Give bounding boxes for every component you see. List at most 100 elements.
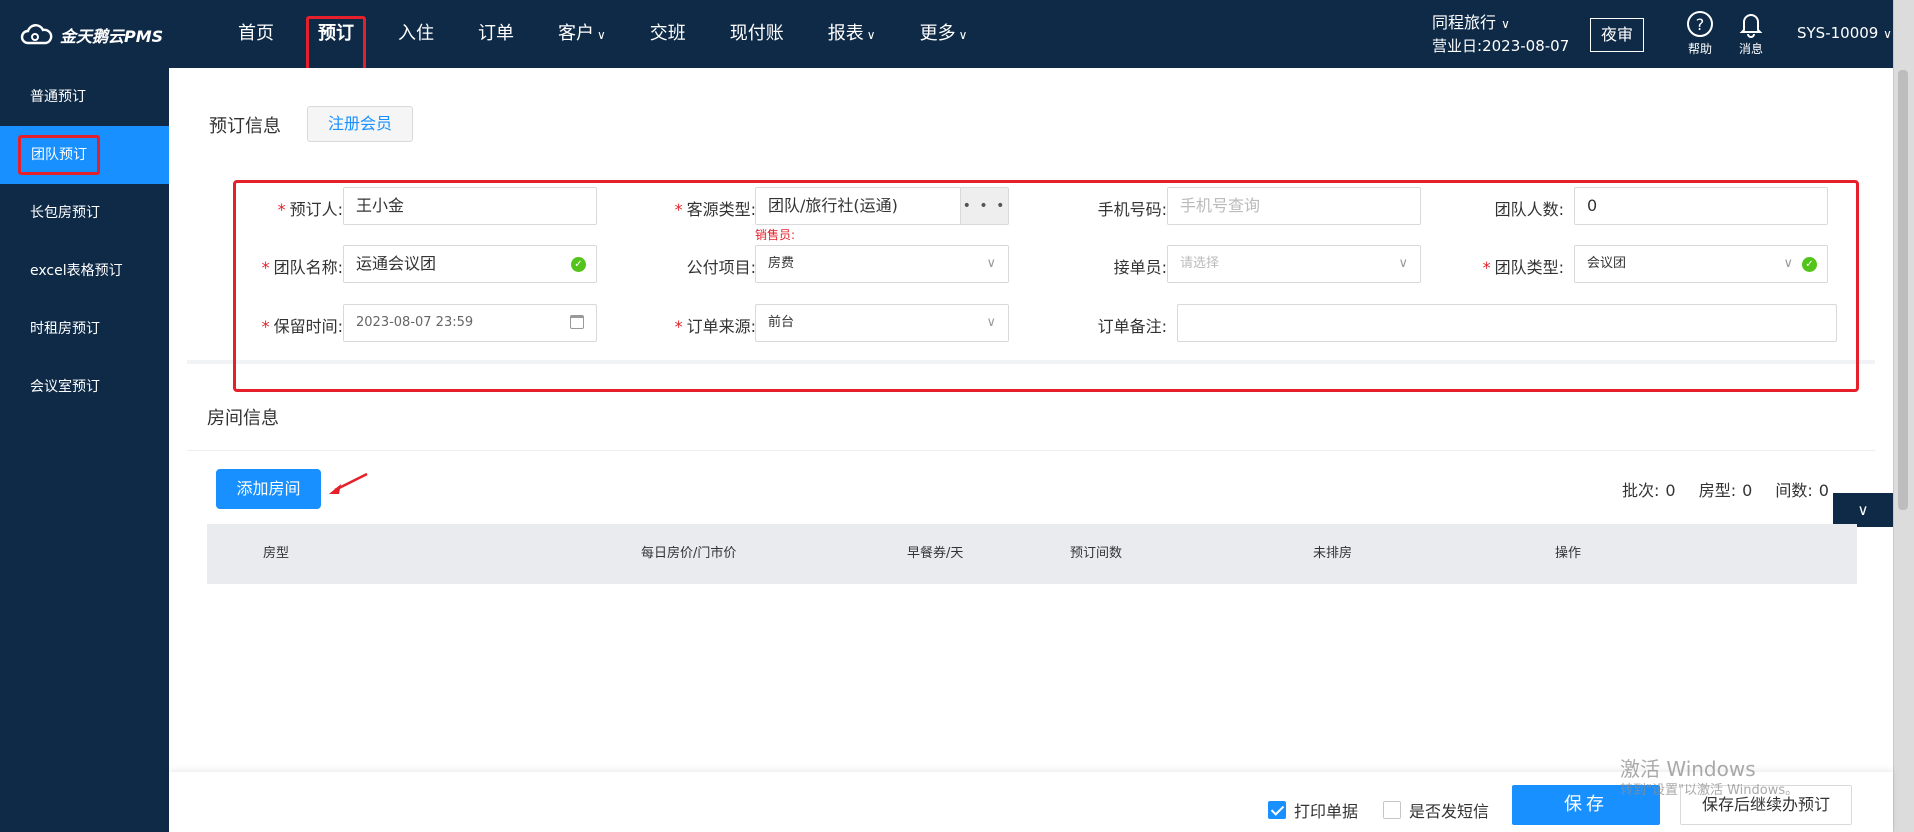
sidebar-item-2[interactable]: 长包房预订 [0,184,169,242]
check-circle-icon: ✓ [1802,257,1817,272]
order-source-select[interactable]: 前台 ∨ [755,304,1009,342]
night-audit-button[interactable]: 夜审 [1590,18,1644,52]
billing-item-select[interactable]: 房费 ∨ [755,245,1009,283]
booking-header-card [187,88,1875,162]
receiver-label: 接单员: [1113,258,1167,277]
col-actions: 操作 [1555,546,1582,561]
phone-input[interactable]: 手机号查询 [1167,187,1421,225]
booking-section-title: 预订信息 [209,116,281,137]
business-day-value: 2023-08-07 [1482,37,1570,55]
room-type-label: 房型: [1698,481,1737,500]
top-navigation-bar: 金天鹅云PMS 首页 预订 入住 订单 客户 ∨ 交班 现付账 报表 ∨ 更多 ∨ 同程旅行 ∨ 营业… [0,0,1914,72]
nav-item-5[interactable]: 交班 [634,0,702,68]
chevron-down-icon: ∨ [1783,256,1793,271]
calendar-icon[interactable] [570,315,584,329]
order-source-label: * 订单来源: [674,317,756,336]
col-breakfast: 早餐券/天 [907,546,964,561]
scrollbar-thumb[interactable] [1898,70,1908,510]
divider [187,450,1875,451]
nav-item-7[interactable]: 报表 ∨ [812,0,892,68]
logo-text: 金天鹅云PMS [60,27,164,46]
checkbox-icon[interactable] [1383,801,1401,819]
add-room-button[interactable]: 添加房间 [216,469,321,509]
sidebar-item-4[interactable]: 时租房预订 [0,300,169,358]
sales-note: 销售员: [755,228,796,242]
send-sms-checkbox[interactable]: 是否发短信 [1383,798,1489,822]
nav-item-2[interactable]: 入住 [382,0,450,68]
group-size-label: 团队人数: [1494,200,1564,219]
nav-item-0[interactable]: 首页 [222,0,290,68]
hold-time-label: * 保留时间: [261,317,343,336]
help-icon: ? [1687,11,1713,37]
window-scrollbar[interactable] [1893,0,1914,832]
batch-label: 批次: [1622,481,1660,500]
save-button[interactable]: 保存 [1512,785,1660,825]
billing-item-value: 房费 [768,256,795,271]
nav-item-label: 更多 [919,23,956,44]
help-button[interactable]: ? 帮助 [1680,10,1720,57]
room-count-value: 0 [1818,481,1829,500]
sidebar-item-label: 普通预订 [30,89,86,105]
main-content: 预订信息 注册会员 * 预订人: 王小金 * 客源类型: 团队/旅行社(运通) • … [169,68,1893,832]
sidebar: 普通预订团队预订 长包房预订 excel表格预订 时租房预订会议室预订 [0,68,169,832]
print-receipt-checkbox[interactable]: 打印单据 [1268,798,1358,822]
check-circle-icon: ✓ [571,257,586,272]
sidebar-item-3[interactable]: excel表格预订 [0,242,169,300]
org-name: 同程旅行 [1432,13,1497,32]
nav-item-1[interactable]: 预订 [302,0,370,72]
user-menu[interactable]: SYS-10009 ∨ [1797,24,1892,42]
nav-item-label: 入住 [398,23,434,44]
app-logo[interactable]: 金天鹅云PMS [20,22,163,48]
sidebar-item-label: 时租房预订 [30,321,100,337]
chevron-down-icon: ∨ [986,315,996,330]
collapse-button[interactable]: ∨ [1833,493,1893,527]
chevron-down-icon: ∨ [866,28,876,42]
footer-bar: 打印单据 是否发短信 保存 保存后继续办预订 [169,772,1893,832]
checkbox-checked-icon[interactable] [1268,801,1286,819]
rooms-section-title: 房间信息 [207,408,279,429]
nav-item-8[interactable]: 更多 ∨ [904,0,984,68]
order-source-value: 前台 [768,315,795,330]
source-type-input[interactable]: 团队/旅行社(运通) • • • [755,187,1009,225]
rooms-table-header: 房型 每日房价/门市价 早餐券/天 预订间数 未排房 操作 [207,524,1857,584]
nav-item-label: 订单 [478,23,514,44]
nav-item-4[interactable]: 客户 ∨ [542,0,622,68]
sidebar-item-label: excel表格预订 [30,263,123,279]
business-day-label: 营业日: [1432,37,1483,55]
batch-value: 0 [1665,481,1676,500]
col-unassigned: 未排房 [1313,546,1353,561]
source-type-value: 团队/旅行社(运通) [768,196,898,215]
messages-button[interactable]: 消息 [1731,10,1771,57]
receiver-select[interactable]: 请选择 ∨ [1167,245,1421,283]
save-and-continue-button[interactable]: 保存后继续办预订 [1680,785,1852,825]
group-size-input[interactable]: 0 [1574,187,1828,225]
phone-label: 手机号码: [1097,200,1167,219]
org-info[interactable]: 同程旅行 ∨ 营业日:2023-08-07 [1432,12,1569,57]
messages-label: 消息 [1738,42,1763,56]
more-dots-icon[interactable]: • • • [960,188,1008,224]
bell-icon [1739,14,1763,38]
room-stats: 批次: 0 房型: 0 间数: 0 [1622,477,1835,501]
chevron-down-icon: ∨ [958,28,968,42]
col-room-type: 房型 [263,546,290,561]
help-label: 帮助 [1687,42,1712,56]
col-daily-price: 每日房价/门市价 [641,546,737,561]
nav-item-3[interactable]: 订单 [462,0,530,68]
sidebar-item-1[interactable]: 团队预订 [0,126,169,184]
sidebar-item-0[interactable]: 普通预订 [0,68,169,126]
main-nav: 首页 预订 入住 订单 客户 ∨ 交班 现付账 报表 ∨ 更多 ∨ [222,0,995,72]
chevron-down-icon: ∨ [986,256,996,271]
register-member-button[interactable]: 注册会员 [307,106,413,142]
user-name: SYS-10009 [1797,24,1879,42]
sidebar-item-5[interactable]: 会议室预订 [0,358,169,416]
remark-input[interactable] [1177,304,1837,342]
billing-item-label: 公付项目: [686,258,756,277]
group-type-label: * 团队类型: [1482,258,1564,277]
group-type-select[interactable]: 会议团 ∨ ✓ [1574,245,1828,283]
nav-item-label: 交班 [649,23,686,44]
nav-item-6[interactable]: 现付账 [714,0,800,68]
group-name-input[interactable]: 运通会议团 ✓ [343,245,597,283]
booker-input[interactable]: 王小金 [343,187,597,225]
svg-text:?: ? [1696,15,1705,34]
hold-time-input[interactable]: 2023-08-07 23:59 [343,304,597,342]
